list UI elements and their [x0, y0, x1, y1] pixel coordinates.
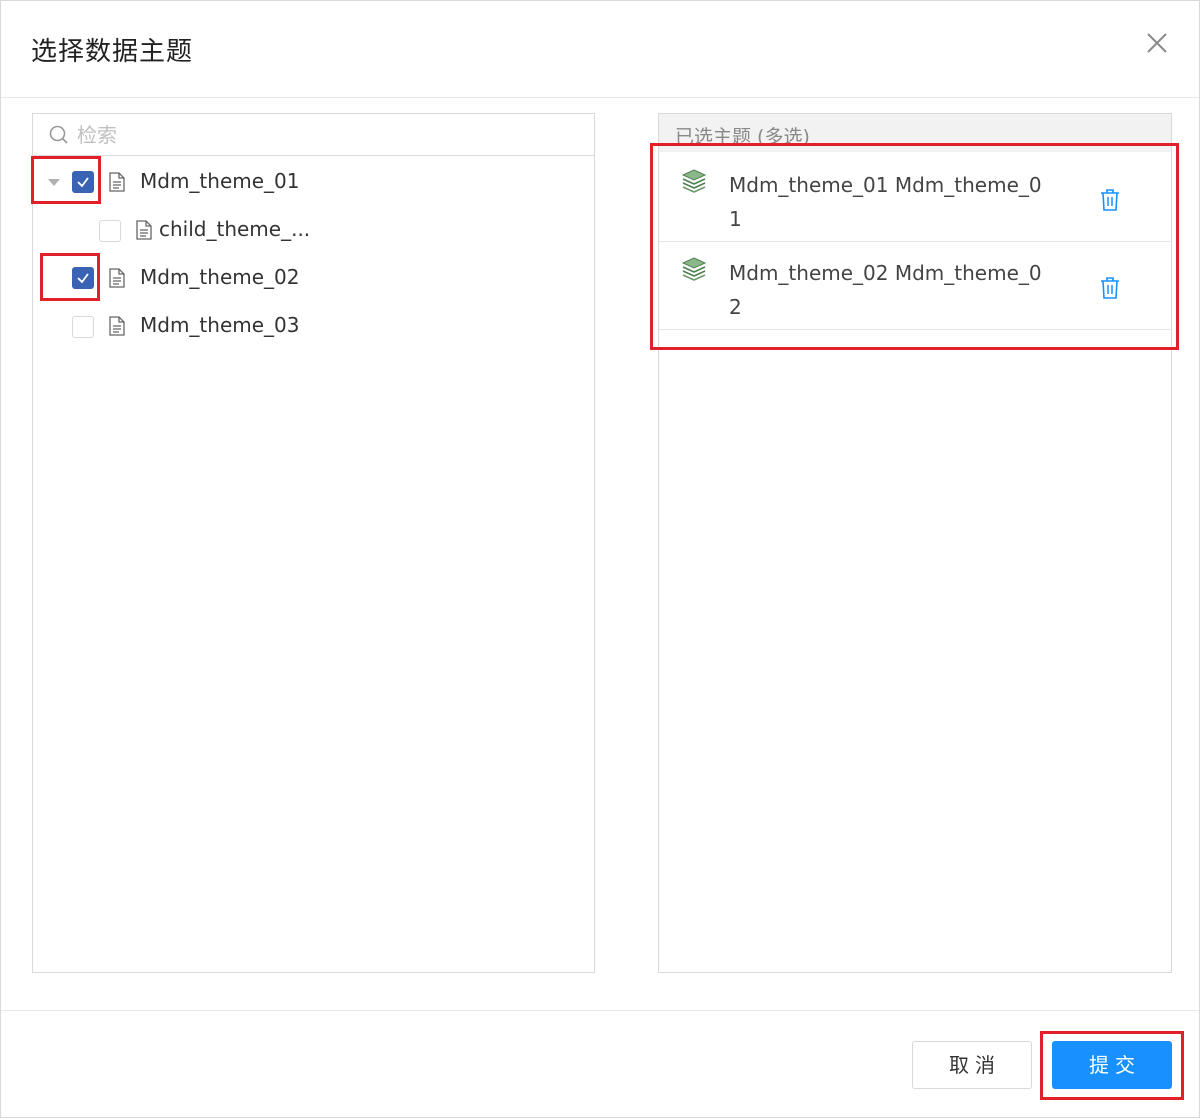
layers-icon: [681, 168, 707, 194]
checkbox-child-theme[interactable]: [99, 220, 121, 242]
dialog-title: 选择数据主题: [31, 37, 194, 67]
selected-themes-panel: 已选主题 (多选) Mdm_theme_01 Mdm_theme_01 Mdm_…: [658, 113, 1172, 973]
checkbox-mdm-theme-03[interactable]: [72, 316, 94, 338]
tree-node-mdm-theme-02[interactable]: Mdm_theme_02: [33, 258, 594, 298]
checkbox-mdm-theme-02[interactable]: [72, 267, 94, 289]
caret-down-icon[interactable]: [48, 179, 60, 186]
checkbox-mdm-theme-01[interactable]: [72, 171, 94, 193]
trash-icon[interactable]: [1099, 276, 1121, 300]
theme-tree-panel: Mdm_theme_01 child_theme_... Mdm_theme_0…: [32, 113, 595, 973]
search-box: [33, 114, 594, 156]
cancel-button[interactable]: 取消: [912, 1041, 1032, 1089]
trash-icon[interactable]: [1099, 188, 1121, 212]
close-icon[interactable]: [1143, 29, 1171, 57]
search-icon: [49, 125, 69, 145]
selected-item-text: Mdm_theme_02 Mdm_theme_02: [729, 261, 1042, 319]
selected-panel-header: 已选主题 (多选): [659, 114, 1171, 152]
document-icon: [135, 220, 153, 240]
tree-node-label: Mdm_theme_02: [140, 265, 300, 289]
layers-icon: [681, 256, 707, 282]
document-icon: [108, 172, 126, 192]
search-input[interactable]: [77, 120, 577, 150]
selected-item: Mdm_theme_01 Mdm_theme_01: [659, 154, 1171, 242]
document-icon: [108, 268, 126, 288]
document-icon: [108, 316, 126, 336]
tree-node-label: Mdm_theme_03: [140, 313, 300, 337]
dialog-header: 选择数据主题: [1, 1, 1199, 98]
tree-node-mdm-theme-03[interactable]: Mdm_theme_03: [33, 306, 594, 346]
submit-button[interactable]: 提交: [1052, 1041, 1172, 1089]
tree-node-label: Mdm_theme_01: [140, 169, 300, 193]
selected-item: Mdm_theme_02 Mdm_theme_02: [659, 242, 1171, 330]
tree-node-label: child_theme_...: [159, 217, 311, 241]
tree-node-child-theme[interactable]: child_theme_...: [33, 210, 594, 250]
selected-panel-title: 已选主题 (多选): [675, 126, 810, 148]
select-theme-dialog: 选择数据主题 Mdm_theme_01: [0, 0, 1200, 1118]
footer-divider: [1, 1010, 1199, 1011]
tree-node-mdm-theme-01[interactable]: Mdm_theme_01: [33, 162, 594, 202]
selected-item-text: Mdm_theme_01 Mdm_theme_01: [729, 173, 1042, 231]
